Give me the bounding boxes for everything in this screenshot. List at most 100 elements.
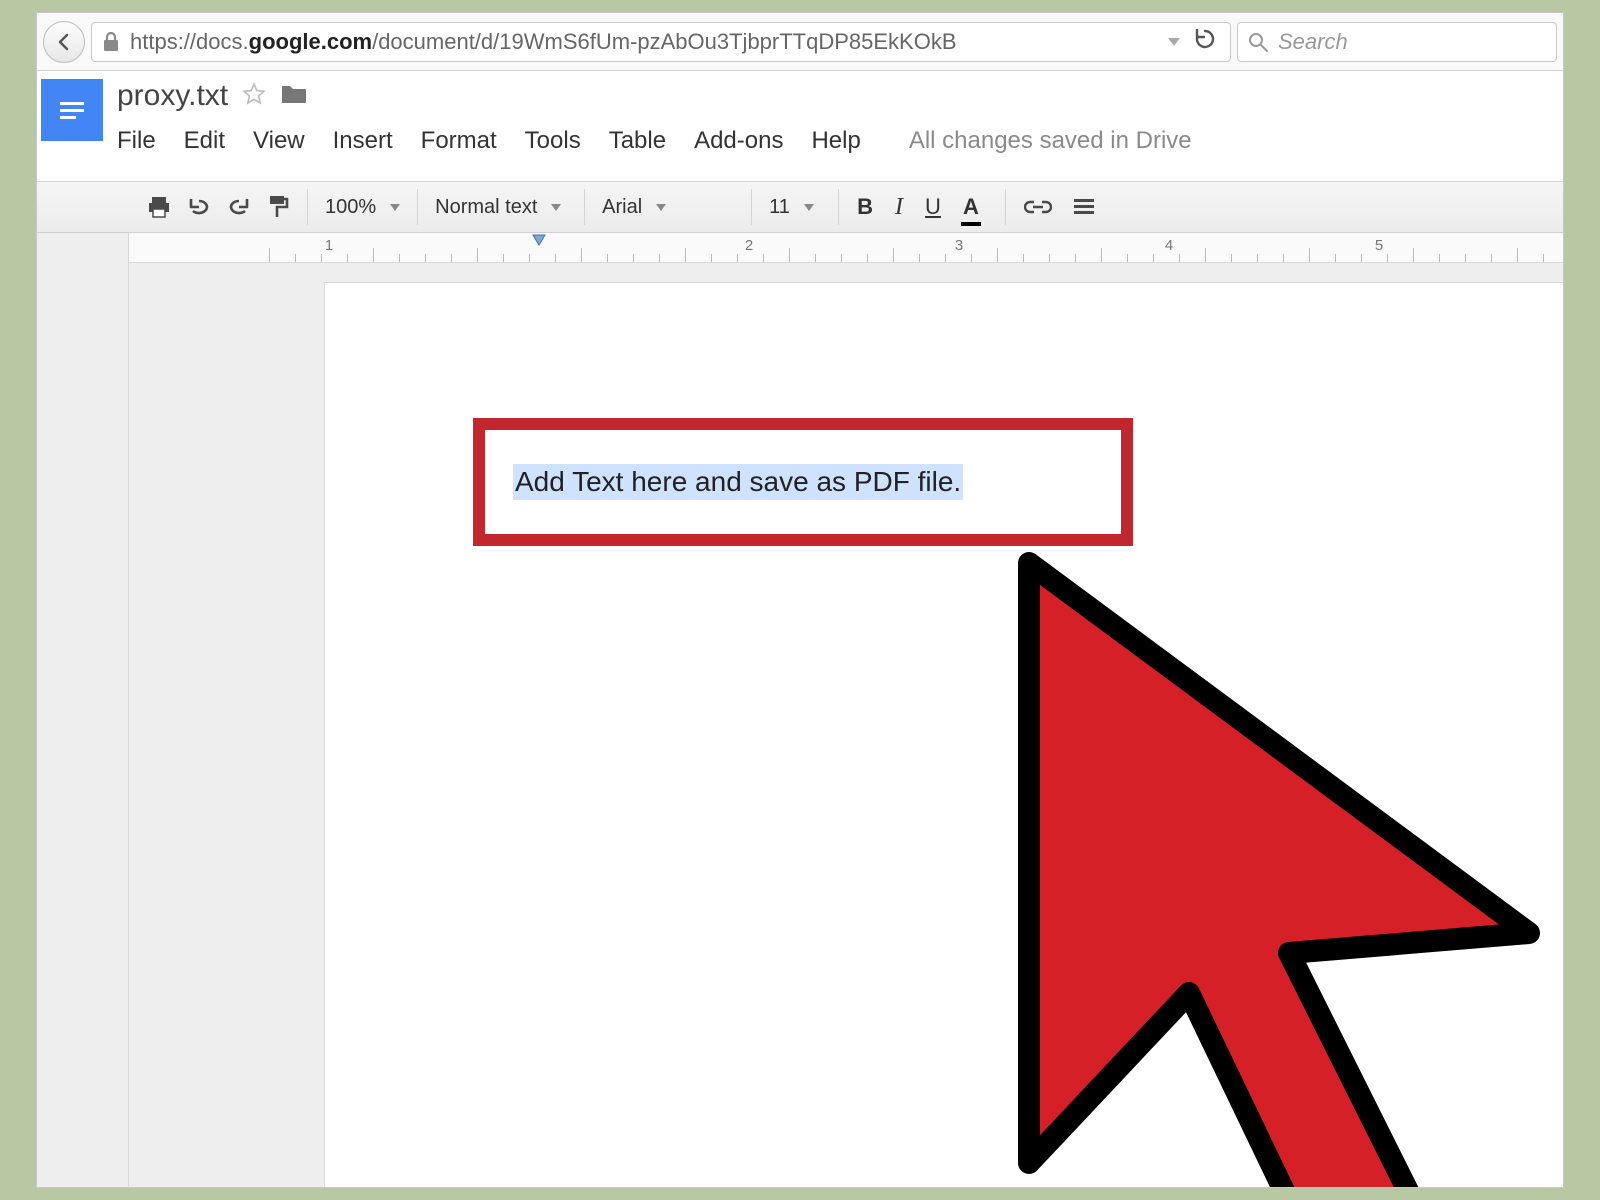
ruler-tick [1231,254,1232,262]
ruler-tick [893,248,894,262]
zoom-value: 100% [325,196,376,219]
menu-help[interactable]: Help [811,127,860,155]
ruler-tick [1283,254,1284,262]
ruler-tick [503,254,504,262]
lock-icon [102,32,120,52]
insert-link-button[interactable] [1024,199,1052,215]
ruler-tick [815,254,816,262]
menu-insert[interactable]: Insert [333,127,393,155]
browser-window: https://docs.google.com/document/d/19WmS… [36,12,1564,1188]
canvas-gutter [37,263,129,1187]
chevron-down-icon [804,204,814,211]
ruler-tick [1179,254,1180,262]
folder-icon[interactable] [280,82,308,111]
ruler-tick [1023,254,1024,262]
underline-button[interactable]: U [925,194,941,220]
ruler-tick [295,254,296,262]
ruler-tick [789,248,790,262]
ruler-tick [1075,254,1076,262]
ruler-tick [1101,248,1102,262]
indent-marker[interactable] [531,233,545,247]
document-body-text[interactable]: Add Text here and save as PDF file. [513,464,963,500]
ruler-tick [321,254,322,262]
ruler-tick [269,248,270,262]
star-icon[interactable] [242,82,266,111]
ruler-tick [1465,254,1466,262]
ruler-tick [1309,248,1310,262]
paint-format-button[interactable] [267,194,289,220]
address-bar[interactable]: https://docs.google.com/document/d/19WmS… [91,22,1231,62]
document-title[interactable]: proxy.txt [117,79,228,113]
ruler-tick [373,248,374,262]
paragraph-style-value: Normal text [435,196,537,219]
reload-button[interactable] [1190,28,1220,56]
ruler-gutter [37,233,129,263]
ruler-tick [919,254,920,262]
redo-button[interactable] [227,197,251,217]
align-button[interactable] [1072,197,1096,217]
ruler-tick [607,254,608,262]
ruler-tick [529,254,530,262]
menu-table[interactable]: Table [609,127,666,155]
zoom-dropdown[interactable]: 100% [316,195,409,220]
ruler-tick [1387,254,1388,262]
chevron-down-icon [656,204,666,211]
docs-logo[interactable] [41,79,103,141]
menu-tools[interactable]: Tools [525,127,581,155]
ruler-tick [659,254,660,262]
ruler-tick [997,248,998,262]
menu-edit[interactable]: Edit [184,127,225,155]
document-canvas[interactable]: Add Text here and save as PDF file. I [129,263,1563,1187]
ruler-tick [347,254,348,262]
ruler-tick [685,248,686,262]
ruler-number: 5 [1375,237,1383,254]
ruler-number: 3 [955,237,963,254]
text-caret-icon: I [1127,823,1140,867]
url-text: https://docs.google.com/document/d/19WmS… [130,29,1158,55]
menu-bar: File Edit View Insert Format Tools Table… [113,113,1563,155]
search-box[interactable]: Search [1237,22,1557,62]
ruler-tick [867,254,868,262]
ruler-tick [971,254,972,262]
ruler-tick [1491,254,1492,262]
canvas-row: Add Text here and save as PDF file. I [37,263,1563,1187]
ruler-number: 1 [325,237,333,254]
ruler-tick [1205,248,1206,262]
menu-view[interactable]: View [253,127,305,155]
formatting-toolbar: 100% Normal text Arial 11 B I U A [37,181,1563,233]
ruler-tick [633,254,634,262]
font-size-dropdown[interactable]: 11 [760,195,830,220]
back-button[interactable] [43,21,85,63]
text-color-button[interactable]: A [963,194,987,220]
horizontal-ruler[interactable]: 1 2 3 4 5 [129,233,1563,263]
menu-file[interactable]: File [117,127,156,155]
italic-button[interactable]: I [895,194,903,221]
ruler-tick [399,254,400,262]
ruler-tick [1049,254,1050,262]
ruler-tick [711,254,712,262]
dropdown-icon[interactable] [1168,38,1180,46]
font-size-value: 11 [769,196,790,219]
paragraph-style-dropdown[interactable]: Normal text [426,195,576,220]
ruler-row: 1 2 3 4 5 [37,233,1563,263]
bold-button[interactable]: B [857,194,873,220]
ruler-number: 4 [1165,237,1173,254]
ruler-tick [763,254,764,262]
ruler-tick [1361,254,1362,262]
ruler-tick [1257,254,1258,262]
docs-header: proxy.txt File Edit View Insert Format T… [37,71,1563,181]
docs-logo-icon [54,92,90,128]
font-family-dropdown[interactable]: Arial [593,195,743,220]
ruler-tick [1517,248,1518,262]
ruler-tick [1543,254,1544,262]
ruler-tick [841,254,842,262]
ruler-number: 2 [745,237,753,254]
search-icon [1248,32,1268,52]
ruler-tick [945,254,946,262]
ruler-tick [581,248,582,262]
menu-format[interactable]: Format [421,127,497,155]
print-button[interactable] [147,196,171,218]
undo-button[interactable] [187,197,211,217]
menu-addons[interactable]: Add-ons [694,127,783,155]
back-arrow-icon [54,32,74,52]
